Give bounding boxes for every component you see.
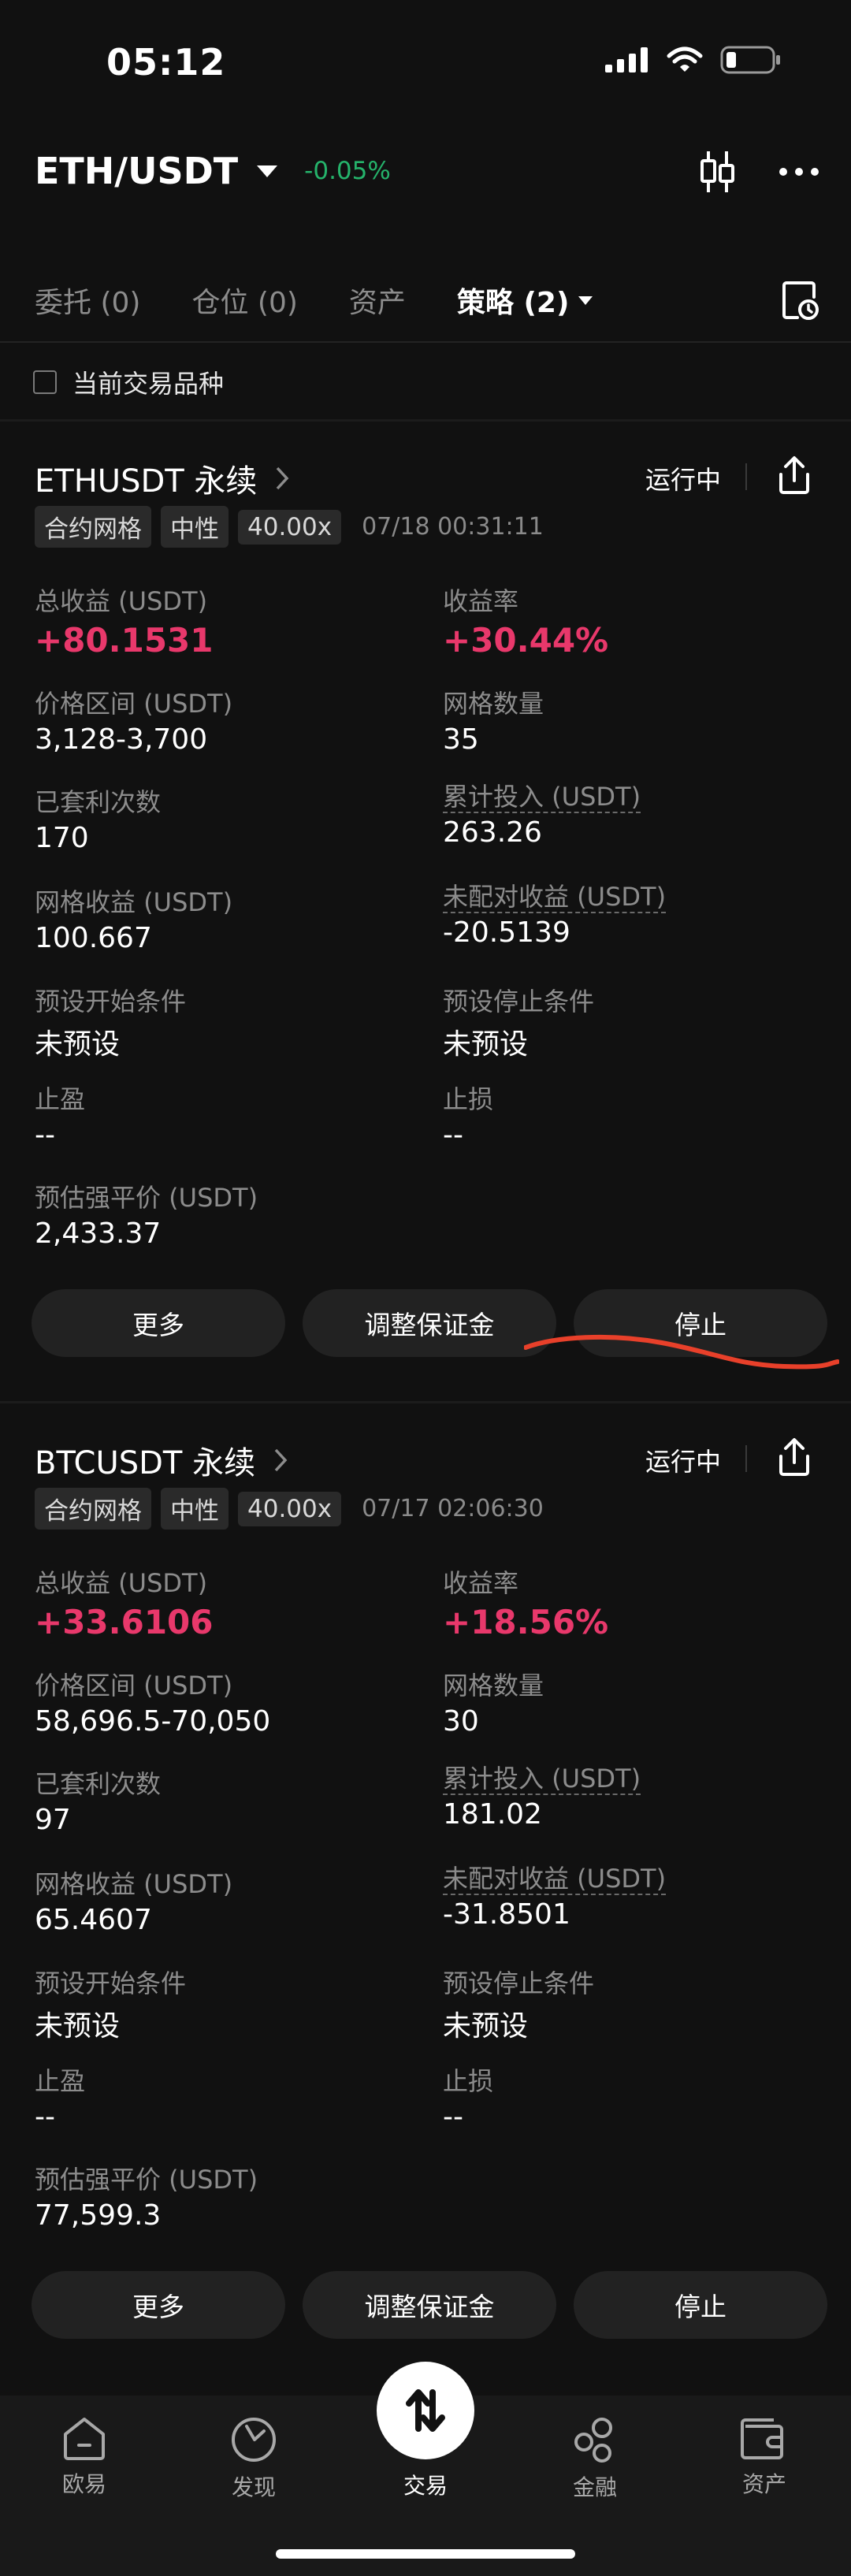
metric-take-profit: 止盈 -- bbox=[35, 2066, 86, 2133]
nav-item-trade[interactable]: 交易 bbox=[378, 2463, 473, 2500]
header-actions bbox=[700, 150, 819, 194]
home-indicator bbox=[276, 2549, 575, 2559]
home-icon bbox=[64, 2418, 105, 2460]
stop-button[interactable]: 停止 bbox=[574, 2271, 827, 2339]
nav-item-assets[interactable]: 资产 bbox=[717, 2415, 812, 2499]
created-time: 07/18 00:31:11 bbox=[362, 513, 544, 541]
card-title-link[interactable]: ETHUSDT 永续 bbox=[35, 455, 290, 501]
metric-stop-loss: 止损 -- bbox=[443, 2066, 494, 2133]
metric-take-profit: 止盈 -- bbox=[35, 1084, 86, 1151]
metric-grid-count: 网格数量 35 bbox=[443, 689, 544, 756]
metric-arbitrage-count: 已套利次数 170 bbox=[35, 787, 162, 854]
tab-strategies-label: 策略 (2) bbox=[456, 287, 570, 319]
tag-type: 合约网格 bbox=[35, 506, 151, 548]
tab-positions[interactable]: 仓位 (0) bbox=[191, 280, 297, 321]
status-running: 运行中 bbox=[645, 1447, 721, 1477]
nav-item-discover[interactable]: 发现 bbox=[206, 2415, 301, 2502]
discover-icon bbox=[232, 2418, 276, 2462]
metric-price-range: 价格区间 (USDT) 58,696.5-70,050 bbox=[35, 1671, 271, 1738]
tab-strategies[interactable]: 策略 (2) bbox=[457, 280, 593, 321]
metric-yield: 收益率 +18.56% bbox=[443, 1568, 609, 1641]
tab-orders[interactable]: 委托 (0) bbox=[35, 280, 140, 321]
tag-direction: 中性 bbox=[161, 1488, 229, 1530]
caret-down-icon bbox=[578, 296, 593, 305]
more-button[interactable]: 更多 bbox=[32, 2271, 285, 2339]
tabs-divider bbox=[0, 341, 851, 343]
adjust-margin-button[interactable]: 调整保证金 bbox=[303, 2271, 556, 2339]
annotation-stroke bbox=[524, 1334, 839, 1370]
adjust-margin-button[interactable]: 调整保证金 bbox=[303, 1289, 556, 1357]
metric-start-condition: 预设开始条件 未预设 bbox=[35, 1968, 187, 2043]
status-icons bbox=[605, 46, 782, 74]
metric-unmatched-pnl[interactable]: 未配对收益 (USDT) -20.5139 bbox=[443, 883, 667, 949]
card-title: BTCUSDT 永续 bbox=[35, 1445, 256, 1481]
status-time: 05:12 bbox=[106, 41, 226, 84]
tag-direction: 中性 bbox=[161, 506, 229, 548]
metric-total-pnl: 总收益 (USDT) +33.6106 bbox=[35, 1568, 214, 1641]
finance-icon bbox=[574, 2418, 612, 2463]
filter-checkbox[interactable] bbox=[33, 370, 57, 394]
pair-selector[interactable]: ETH/USDT -0.05% bbox=[35, 150, 391, 192]
metric-stop-condition: 预设停止条件 未预设 bbox=[443, 1968, 595, 2043]
metric-stop-condition: 预设停止条件 未预设 bbox=[443, 987, 595, 1061]
trade-fab-button[interactable] bbox=[377, 2362, 474, 2459]
metric-liquidation-price: 预估强平价 (USDT) 77,599.3 bbox=[35, 2165, 258, 2232]
strategy-card: BTCUSDT 永续 运行中 合约网格 中性 40.00x 07/17 02:0… bbox=[0, 1437, 851, 2344]
metric-unmatched-pnl[interactable]: 未配对收益 (USDT) -31.8501 bbox=[443, 1864, 667, 1931]
pair-title: ETH/USDT bbox=[35, 150, 239, 192]
card-title: ETHUSDT 永续 bbox=[35, 463, 258, 500]
metric-grid-profit: 网格收益 (USDT) 100.667 bbox=[35, 887, 233, 954]
share-icon[interactable] bbox=[777, 1437, 812, 1477]
trade-swap-icon bbox=[406, 2389, 445, 2432]
more-button[interactable]: 更多 bbox=[32, 1289, 285, 1357]
price-change: -0.05% bbox=[304, 157, 391, 185]
order-tabs: 委托 (0) 仓位 (0) 资产 策略 (2) bbox=[35, 280, 644, 321]
filter-label: 当前交易品种 bbox=[72, 369, 225, 399]
strategy-card: ETHUSDT 永续 运行中 合约网格 中性 40.00x 07/18 00:3… bbox=[0, 455, 851, 1362]
wifi-icon bbox=[667, 46, 703, 72]
card-actions: 更多 调整保证金 停止 bbox=[32, 2271, 827, 2339]
metric-total-pnl: 总收益 (USDT) +80.1531 bbox=[35, 586, 214, 660]
nav-item-finance[interactable]: 金融 bbox=[548, 2415, 642, 2502]
candlestick-chart-icon[interactable] bbox=[700, 150, 736, 194]
metric-start-condition: 预设开始条件 未预设 bbox=[35, 987, 187, 1061]
status-running: 运行中 bbox=[645, 465, 721, 495]
metric-arbitrage-count: 已套利次数 97 bbox=[35, 1769, 162, 1836]
metric-grid-count: 网格数量 30 bbox=[443, 1671, 544, 1738]
card-title-link[interactable]: BTCUSDT 永续 bbox=[35, 1437, 288, 1483]
tag-leverage: 40.00x bbox=[238, 509, 342, 545]
tag-leverage: 40.00x bbox=[238, 1491, 342, 1526]
divider bbox=[745, 1445, 747, 1472]
tag-type: 合约网格 bbox=[35, 1488, 151, 1530]
tag-row: 合约网格 中性 40.00x 07/17 02:06:30 bbox=[35, 1488, 544, 1530]
card-divider bbox=[0, 1401, 851, 1403]
share-icon[interactable] bbox=[777, 455, 812, 495]
metric-yield: 收益率 +30.44% bbox=[443, 586, 609, 660]
metric-stop-loss: 止损 -- bbox=[443, 1084, 494, 1151]
filter-divider bbox=[0, 419, 851, 422]
tab-assets[interactable]: 资产 bbox=[349, 280, 406, 321]
metric-total-invested[interactable]: 累计投入 (USDT) 263.26 bbox=[443, 782, 641, 849]
divider bbox=[745, 463, 747, 490]
signal-icon bbox=[605, 47, 648, 72]
tag-row: 合约网格 中性 40.00x 07/18 00:31:11 bbox=[35, 506, 544, 548]
history-icon[interactable] bbox=[782, 280, 819, 324]
current-pair-filter[interactable]: 当前交易品种 bbox=[33, 364, 224, 400]
created-time: 07/17 02:06:30 bbox=[362, 1495, 544, 1522]
metric-price-range: 价格区间 (USDT) 3,128-3,700 bbox=[35, 689, 233, 756]
wallet-icon bbox=[741, 2418, 783, 2459]
chevron-right-icon bbox=[274, 1448, 288, 1472]
more-dots-icon[interactable] bbox=[779, 167, 819, 177]
chevron-right-icon bbox=[277, 467, 289, 490]
metric-grid-profit: 网格收益 (USDT) 65.4607 bbox=[35, 1869, 233, 1936]
metric-total-invested[interactable]: 累计投入 (USDT) 181.02 bbox=[443, 1764, 641, 1831]
caret-down-icon bbox=[257, 165, 278, 177]
battery-icon bbox=[720, 46, 780, 74]
nav-item-home[interactable]: 欧易 bbox=[37, 2415, 132, 2499]
metric-liquidation-price: 预估强平价 (USDT) 2,433.37 bbox=[35, 1183, 258, 1250]
